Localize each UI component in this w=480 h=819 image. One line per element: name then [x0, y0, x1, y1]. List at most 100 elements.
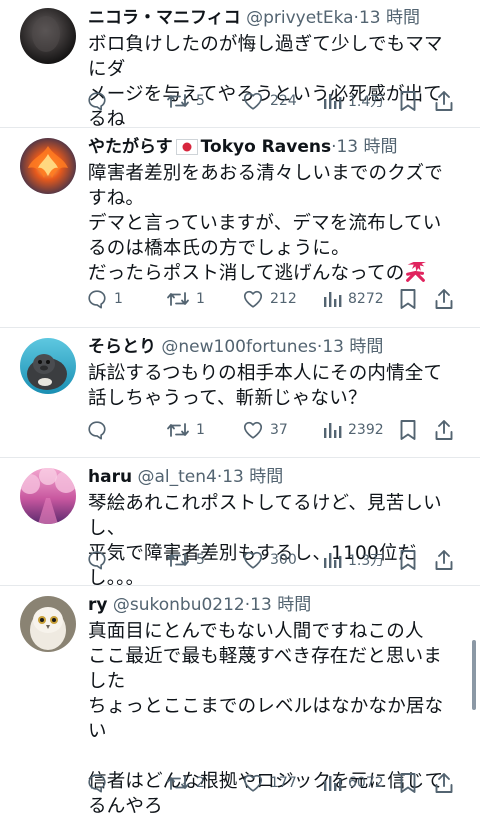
share-button[interactable]: [434, 546, 454, 574]
action-bar: 2 177 6072: [86, 769, 470, 797]
display-name[interactable]: ry: [88, 595, 107, 615]
display-name[interactable]: ニコラ・マニフィコ: [88, 8, 241, 28]
share-button[interactable]: [434, 87, 454, 115]
display-name[interactable]: やたがらす: [88, 137, 173, 157]
timestamp[interactable]: 13 時間: [250, 595, 311, 615]
share-button[interactable]: [434, 285, 454, 313]
japan-flag-icon: [175, 138, 198, 159]
share-icon: [435, 289, 453, 309]
tweet-card[interactable]: やたがらす Tokyo Ravens·13 時間 障害者差別をあおる清々しいまでの…: [0, 128, 480, 327]
retweet-icon: [167, 423, 189, 437]
retweet-button[interactable]: 1: [166, 285, 205, 313]
reply-icon: [88, 774, 106, 793]
like-button[interactable]: 224: [242, 87, 297, 115]
reply-icon: [88, 551, 106, 570]
avatar[interactable]: [20, 8, 76, 64]
retweet-button[interactable]: 5: [166, 546, 205, 574]
display-name-suffix[interactable]: Tokyo Ravens: [201, 137, 331, 157]
heart-icon: [243, 421, 263, 439]
views-button[interactable]: 2392: [322, 416, 384, 444]
bookmark-icon: [400, 773, 416, 793]
bookmark-button[interactable]: [399, 769, 417, 797]
tweet-text: 障害者差別をあおる清々しいまでのクズですね。 デマと言っていますが、デマを流布し…: [88, 161, 456, 290]
timestamp[interactable]: 13 時間: [322, 337, 383, 357]
share-icon: [435, 91, 453, 111]
reply-button[interactable]: [86, 416, 114, 444]
bookmark-button[interactable]: [399, 546, 417, 574]
retweet-button[interactable]: 1: [166, 416, 205, 444]
bookmark-icon: [400, 289, 416, 309]
reply-button[interactable]: [86, 769, 114, 797]
tweet-line: ここ最近で最も軽蔑すべき存在だと思いました: [88, 646, 443, 692]
user-handle[interactable]: @sukonbu0212: [113, 595, 245, 615]
action-bar: 1 37 2392: [86, 416, 470, 444]
tweet-card[interactable]: haru @al_ten4·13 時間 琴絵あれこれポストしてるけど、見苦しいし…: [0, 458, 480, 589]
retweet-icon: [167, 292, 189, 306]
action-bar: 5 224 1.4万: [86, 87, 470, 115]
bookmark-button[interactable]: [399, 416, 417, 444]
view-count: 1.4万: [348, 94, 385, 110]
reply-button[interactable]: [86, 546, 114, 574]
heart-icon: [243, 774, 263, 792]
timestamp[interactable]: 13 時間: [222, 467, 283, 487]
retweet-count: 1: [196, 422, 205, 438]
display-name[interactable]: そらとり: [88, 337, 156, 357]
retweet-icon: [167, 776, 189, 790]
user-handle[interactable]: @privyetEka: [246, 8, 353, 28]
avatar[interactable]: [20, 338, 76, 394]
scrollbar[interactable]: [472, 640, 476, 710]
heart-icon: [243, 290, 263, 308]
like-button[interactable]: 300: [242, 546, 297, 574]
like-button[interactable]: 177: [242, 769, 297, 797]
timestamp[interactable]: 13 時間: [359, 8, 420, 28]
reply-button[interactable]: [86, 87, 114, 115]
views-button[interactable]: 1.3万: [322, 546, 384, 574]
view-count: 1.3万: [348, 553, 385, 569]
views-icon: [324, 94, 342, 109]
tweet-card[interactable]: ry @sukonbu0212·13 時間 真面目にとんでもない人間ですねこの人…: [0, 586, 480, 817]
bookmark-icon: [400, 550, 416, 570]
reply-feed: ニコラ・マニフィコ @privyetEka·13 時間 ボロ負けしたのが悔し過ぎ…: [0, 0, 480, 817]
avatar[interactable]: [20, 138, 76, 194]
share-icon: [435, 773, 453, 793]
tweet-text: 訴訟するつもりの相手本人にその内情全て話しちゃうって、斬新じゃない？: [88, 361, 456, 411]
retweet-count: 1: [196, 291, 205, 307]
views-button[interactable]: 8272: [322, 285, 384, 313]
tweet-line: ちょっとここまでのレベルはなかなか居ない: [88, 696, 444, 742]
avatar[interactable]: [20, 468, 76, 524]
retweet-button[interactable]: 2: [166, 769, 205, 797]
like-count: 300: [270, 552, 297, 568]
view-count: 8272: [348, 291, 384, 307]
bookmark-button[interactable]: [399, 87, 417, 115]
views-icon: [324, 553, 342, 568]
like-button[interactable]: 212: [242, 285, 297, 313]
bookmark-button[interactable]: [399, 285, 417, 313]
like-button[interactable]: 37: [242, 416, 288, 444]
tweet-card[interactable]: そらとり @new100fortunes·13 時間 訴訟するつもりの相手本人に…: [0, 328, 480, 457]
tweet-text: ボロ負けしたのが悔し過ぎて少しでもママにダ メージを与えてやろうという必死感が出…: [88, 32, 456, 132]
views-icon: [324, 776, 342, 791]
reply-button[interactable]: 1: [86, 285, 123, 313]
view-count: 2392: [348, 422, 384, 438]
action-bar: 1 1 212 8272: [86, 285, 470, 313]
display-name[interactable]: haru: [88, 467, 132, 487]
tweet-card[interactable]: ニコラ・マニフィコ @privyetEka·13 時間 ボロ負けしたのが悔し過ぎ…: [0, 0, 480, 130]
views-button[interactable]: 6072: [322, 769, 384, 797]
tweet-header: やたがらす Tokyo Ravens·13 時間: [88, 135, 472, 159]
share-button[interactable]: [434, 416, 454, 444]
tweet-line: だったらポスト消して逃げんなっての: [88, 263, 405, 284]
retweet-count: 2: [196, 775, 205, 791]
tweet-text: 琴絵あれこれポストしてるけど、見苦しいし、 平気で障害者差別もするし、1100位…: [88, 491, 456, 591]
user-handle[interactable]: @new100fortunes: [161, 337, 317, 357]
tweet-line: ボロ負けしたのが悔し過ぎて少しでもママにダ: [88, 34, 443, 80]
reply-icon: [88, 290, 106, 309]
avatar[interactable]: [20, 596, 76, 652]
share-button[interactable]: [434, 769, 454, 797]
reply-count: 1: [114, 291, 123, 307]
views-button[interactable]: 1.4万: [322, 87, 384, 115]
retweet-button[interactable]: 5: [166, 87, 205, 115]
user-handle[interactable]: @al_ten4: [137, 467, 216, 487]
timestamp[interactable]: 13 時間: [336, 137, 397, 157]
action-bar: 5 300 1.3万: [86, 546, 470, 574]
tweet-header: ニコラ・マニフィコ @privyetEka·13 時間: [88, 6, 472, 30]
